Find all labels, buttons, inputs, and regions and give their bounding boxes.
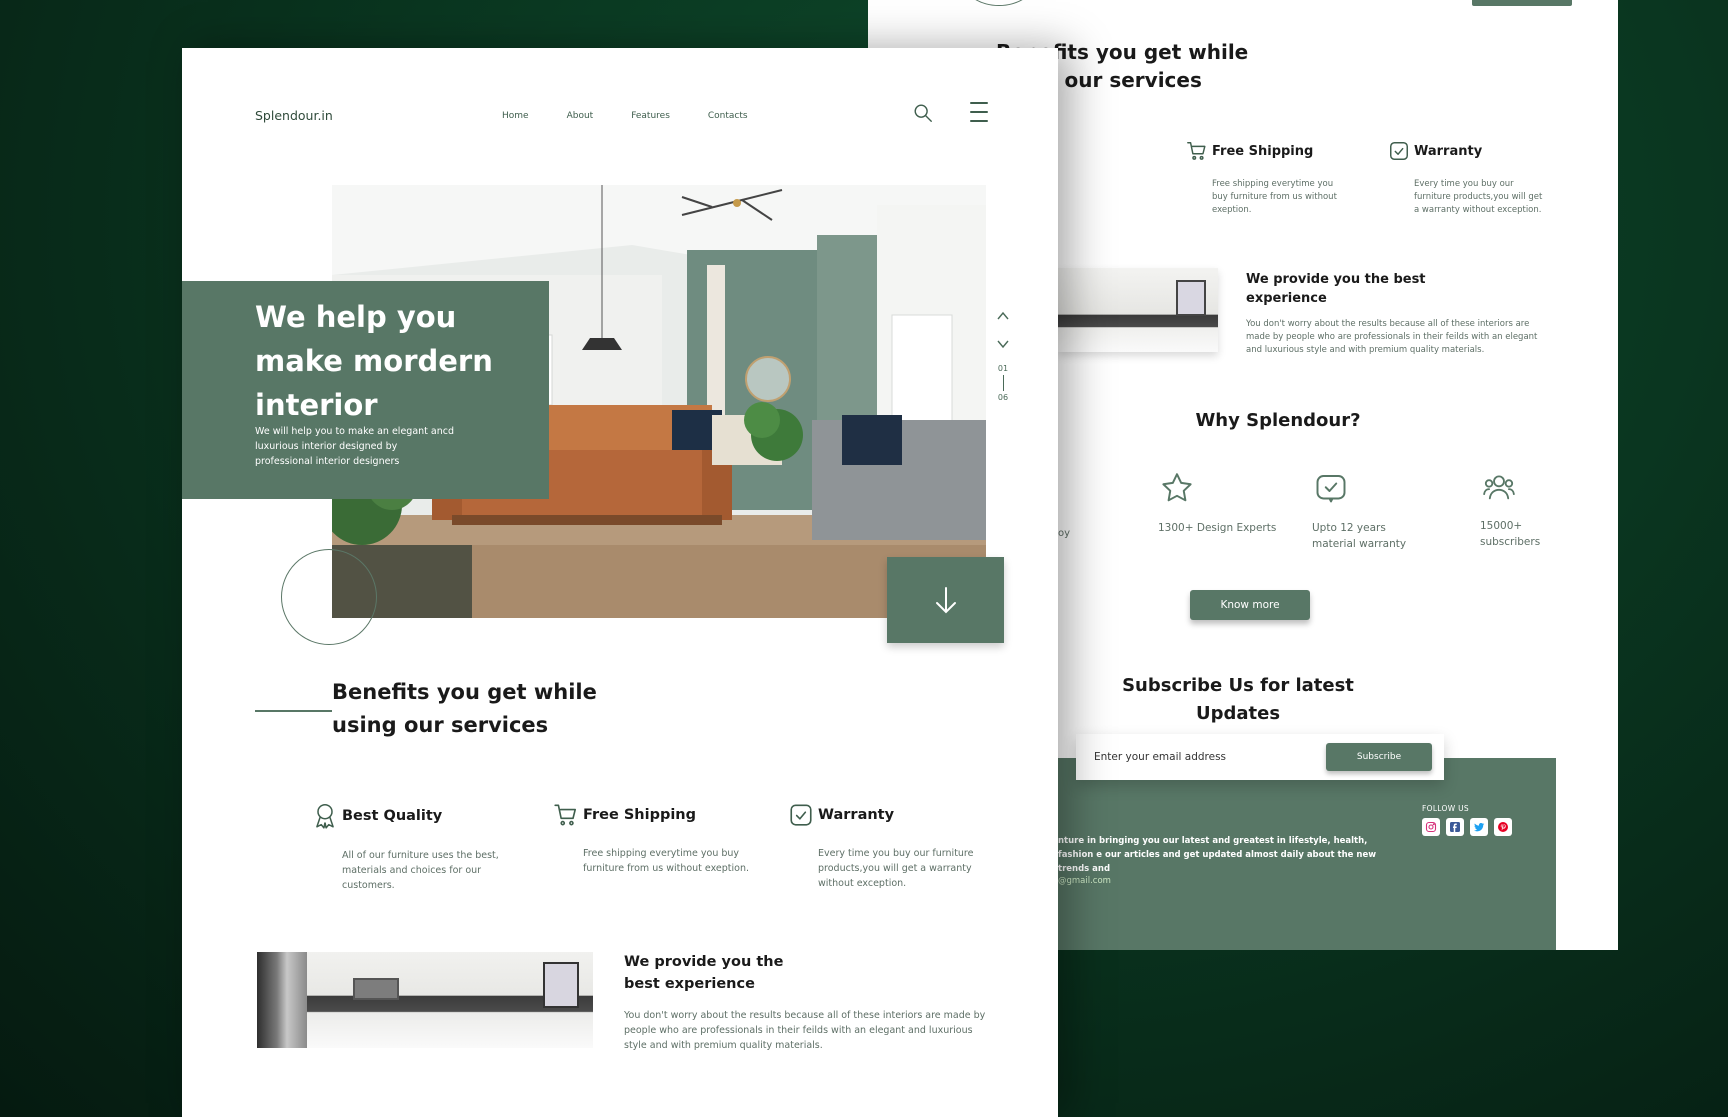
know-more-button[interactable]: Know more [1190,590,1310,620]
top-button-partial[interactable] [1472,0,1572,6]
check-badge-icon [788,802,814,828]
wall-art [1176,280,1206,316]
social-links [1422,818,1512,836]
why-title: Why Splendour? [1195,410,1361,431]
experience-body: You don't worry about the results becaus… [624,1010,986,1051]
hero-card: We help you make mordern interior We wil… [182,281,549,499]
decorative-circle [281,549,377,645]
footer-text: nture in bringing you our latest and gre… [1058,836,1377,874]
follow-label: FOLLOW US [1422,804,1469,813]
subscribe-button[interactable]: Subscribe [1326,743,1432,771]
nav-home[interactable]: Home [502,111,529,121]
kitchen-microwave [353,978,399,1000]
footer: nture in bringing you our latest and gre… [1058,758,1556,950]
section-accent-line [255,710,332,712]
pinterest-icon[interactable] [1494,818,1512,836]
feature-description: All of our furniture uses the best, mate… [342,850,499,891]
wall-art [543,962,579,1008]
check-badge-icon [1312,470,1432,506]
experience-body: You don't worry about the results becaus… [1246,319,1538,355]
kitchen-image [1058,268,1218,352]
stat-subscribers: 15000+ subscribers [1480,470,1560,550]
benefits-title: Benefits you get while using our service… [332,680,597,737]
cart-icon [1186,140,1208,162]
stat-design-experts: 1300+ Design Experts [1158,470,1278,536]
feature-best-quality: Best Quality All of our furniture uses t… [312,802,512,893]
stat-warranty: Upto 12 years material warranty [1312,470,1432,552]
facebook-icon[interactable] [1446,818,1464,836]
experience-title: We provide you the best experience [624,954,784,992]
arrow-down-icon [933,585,959,615]
feature-description: Every time you buy our furniture product… [818,848,974,889]
subscribe-title: Subscribe Us for latest Updates [1122,675,1354,724]
kitchen-image [257,952,593,1048]
award-icon [312,802,338,830]
feature-title: Warranty [1414,143,1483,159]
main-nav: Home About Features Contacts [502,111,748,121]
chevron-up-icon[interactable] [996,310,1010,322]
stat-partial: oy [1058,528,1071,539]
feature-description: Every time you buy our furniture product… [1414,179,1543,215]
check-badge-icon [1388,140,1410,162]
star-icon [1158,470,1278,506]
feature-description: Free shipping everytime you buy furnitur… [583,848,750,874]
subscribe-form: Enter your email address Subscribe [1076,734,1444,780]
feature-title: Free Shipping [1212,143,1314,159]
footer-email[interactable]: @gmail.com [1058,876,1111,886]
stat-label: 1300+ Design Experts [1158,522,1277,534]
stat-label: Upto 12 years material warranty [1312,522,1407,550]
kitchen-fridge [257,952,307,1048]
twitter-icon[interactable] [1470,818,1488,836]
instagram-icon[interactable] [1422,818,1440,836]
nav-about[interactable]: About [567,111,594,121]
hero-subtitle: We will help you to make an elegant ancd… [255,426,455,467]
slide-current: 01 [997,364,1009,373]
feature-title: Free Shipping [583,807,697,823]
logo[interactable]: Splendour.in [255,108,333,123]
feature-description: Free shipping everytime you buy furnitur… [1212,179,1337,215]
slider-controls: 01 06 [996,310,1010,402]
email-input[interactable]: Enter your email address [1094,751,1326,763]
nav-contacts[interactable]: Contacts [708,111,748,121]
feature-title: Best Quality [342,808,443,824]
feature-warranty: Warranty Every time you buy our furnitur… [1388,140,1548,217]
scroll-down-button[interactable] [887,557,1004,643]
cart-icon [553,802,579,828]
menu-icon[interactable] [968,100,990,124]
decorative-circle [964,0,1034,6]
search-icon[interactable] [912,102,934,124]
users-icon [1480,470,1560,504]
feature-free-shipping: Free Shipping Free shipping everytime yo… [1186,140,1346,217]
feature-title: Warranty [818,807,895,823]
slide-total: 06 [997,393,1009,402]
experience-title: We provide you the best experience [1246,272,1426,306]
hero-title: We help you make mordern interior [255,300,493,422]
nav-features[interactable]: Features [631,111,670,121]
stat-label: 15000+ subscribers [1480,520,1541,548]
feature-free-shipping: Free Shipping Free shipping everytime yo… [553,802,753,876]
front-page-preview: Splendour.in Home About Features Contact… [182,48,1058,1117]
feature-warranty: Warranty Every time you buy our furnitur… [788,802,988,891]
chevron-down-icon[interactable] [996,338,1010,350]
slide-divider [1002,375,1004,391]
